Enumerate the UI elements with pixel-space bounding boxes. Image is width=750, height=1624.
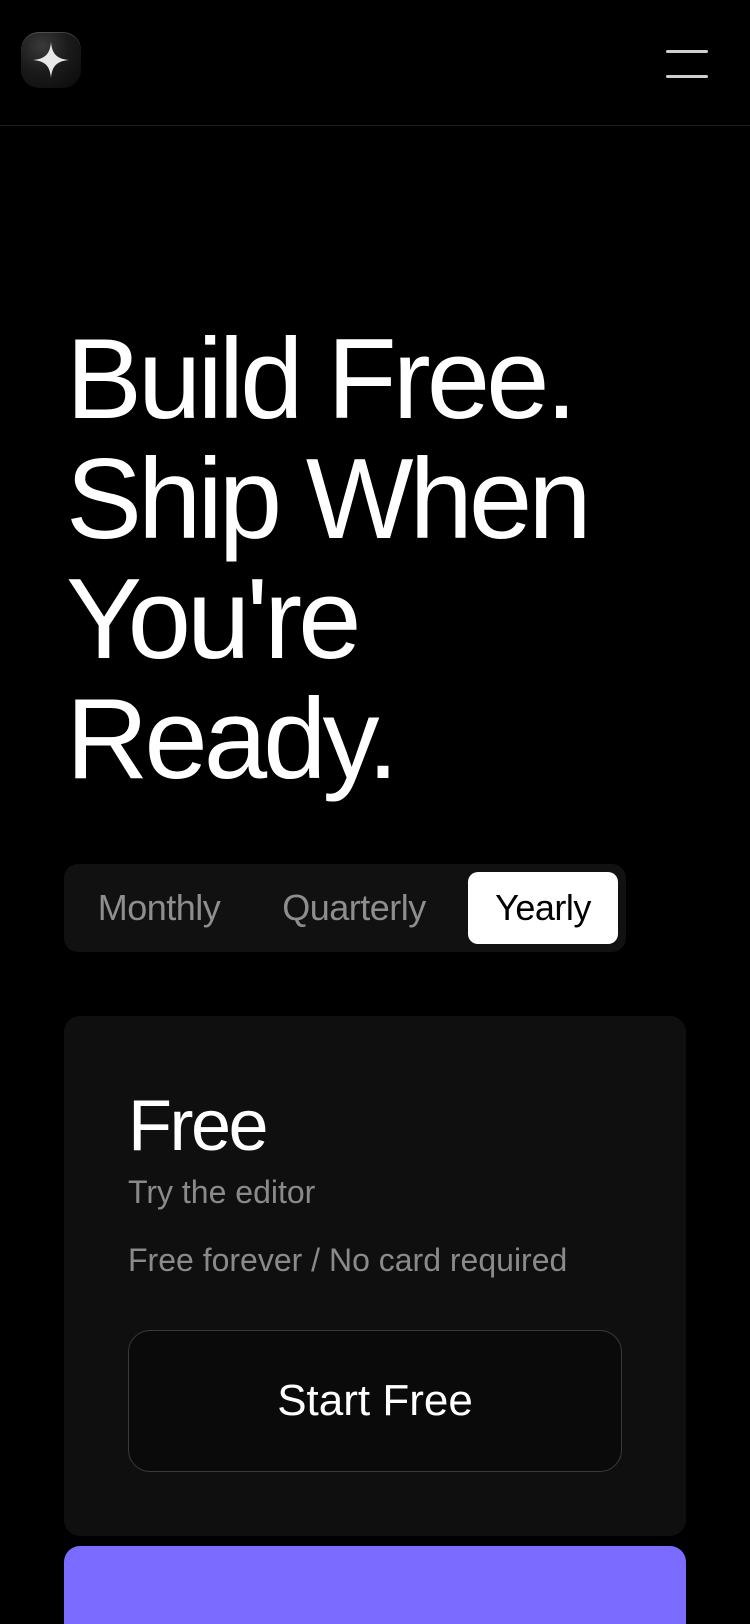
billing-option-monthly[interactable]: Monthly xyxy=(84,872,234,944)
hero-line-4: Ready. xyxy=(66,676,399,803)
sparkle-icon[interactable] xyxy=(21,32,81,88)
billing-option-yearly[interactable]: Yearly xyxy=(468,872,618,944)
hero-line-2: Ship When xyxy=(66,436,592,563)
sparkle-icon-glyph xyxy=(33,42,69,78)
plan-card-free: Free Try the editor Free forever / No ca… xyxy=(64,1016,686,1536)
hero-line-1: Build Free. xyxy=(66,316,577,443)
start-free-button[interactable]: Start Free xyxy=(128,1330,622,1472)
top-navigation-bar xyxy=(0,0,750,126)
plan-price-note: Free forever / No card required xyxy=(128,1242,568,1278)
plan-name: Free xyxy=(128,1086,269,1166)
billing-period-toggle: Monthly Quarterly Yearly xyxy=(64,864,626,952)
hero-line-3: You're xyxy=(66,556,362,683)
plan-description: Try the editor xyxy=(128,1174,316,1210)
plan-card-next xyxy=(64,1546,686,1624)
billing-option-quarterly[interactable]: Quarterly xyxy=(269,872,439,944)
hamburger-menu-icon[interactable] xyxy=(666,48,708,80)
hero-headline: Build Free. Ship When You're Ready. xyxy=(66,320,706,800)
hamburger-menu-icon-glyph xyxy=(666,50,708,78)
pricing-page: Build Free. Ship When You're Ready. Mont… xyxy=(0,0,750,1624)
